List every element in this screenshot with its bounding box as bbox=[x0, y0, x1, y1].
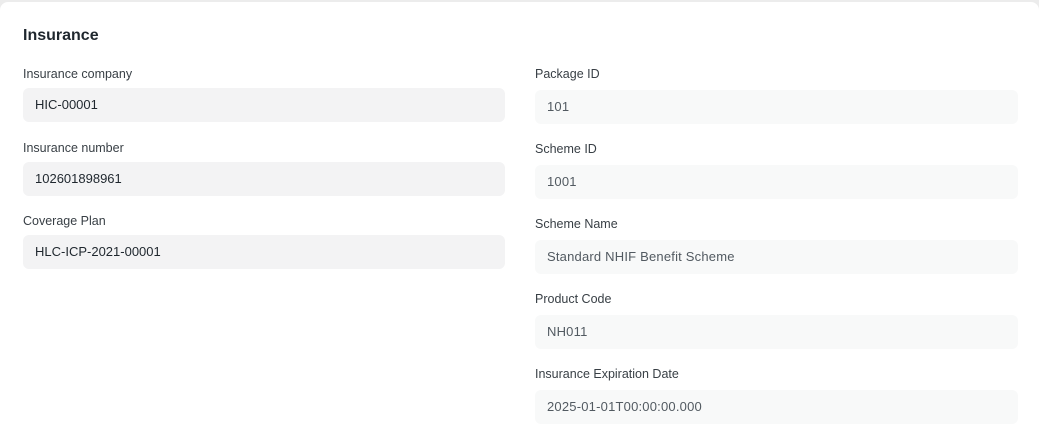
scheme-id-value: 1001 bbox=[535, 165, 1018, 199]
package-id-field: Package ID 101 bbox=[535, 66, 1018, 124]
insurance-company-label: Insurance company bbox=[23, 67, 133, 81]
scheme-id-label: Scheme ID bbox=[535, 142, 597, 156]
insurance-section-card: Insurance Insurance company HIC-00001 In… bbox=[0, 2, 1039, 448]
scheme-name-value: Standard NHIF Benefit Scheme bbox=[535, 240, 1018, 274]
insurance-expiration-date-label: Insurance Expiration Date bbox=[535, 367, 679, 381]
scheme-id-field: Scheme ID 1001 bbox=[535, 141, 1018, 199]
package-id-label: Package ID bbox=[535, 67, 600, 81]
product-code-label: Product Code bbox=[535, 292, 612, 306]
coverage-plan-field: Coverage Plan HLC-ICP-2021-00001 bbox=[23, 213, 505, 269]
insurance-expiration-date-value: 2025-01-01T00:00:00.000 bbox=[535, 390, 1018, 424]
insurance-number-field: Insurance number 102601898961 bbox=[23, 140, 505, 196]
product-code-value: NH011 bbox=[535, 315, 1018, 349]
insurance-number-label: Insurance number bbox=[23, 141, 124, 155]
coverage-plan-label: Coverage Plan bbox=[23, 214, 106, 228]
scheme-name-field: Scheme Name Standard NHIF Benefit Scheme bbox=[535, 216, 1018, 274]
scheme-name-label: Scheme Name bbox=[535, 217, 618, 231]
coverage-plan-input[interactable]: HLC-ICP-2021-00001 bbox=[23, 235, 505, 269]
product-code-field: Product Code NH011 bbox=[535, 291, 1018, 349]
package-id-value: 101 bbox=[535, 90, 1018, 124]
section-title: Insurance bbox=[23, 27, 99, 44]
insurance-number-input[interactable]: 102601898961 bbox=[23, 162, 505, 196]
insurance-expiration-date-field: Insurance Expiration Date 2025-01-01T00:… bbox=[535, 366, 1018, 424]
insurance-company-field: Insurance company HIC-00001 bbox=[23, 66, 505, 122]
insurance-company-input[interactable]: HIC-00001 bbox=[23, 88, 505, 122]
